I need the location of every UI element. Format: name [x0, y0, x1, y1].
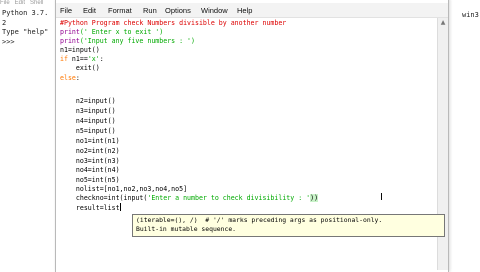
- ibeam-cursor-icon: I: [380, 192, 383, 203]
- code-line: no2=int(n2): [60, 147, 120, 155]
- menu-edit[interactable]: Edit: [83, 6, 96, 15]
- code-line: if n1=='x':: [60, 55, 104, 63]
- shell-right-text: win3: [462, 11, 479, 19]
- menu-window[interactable]: Window: [201, 6, 228, 15]
- code-line: n4=input(): [60, 117, 116, 125]
- code-line: exit(): [60, 64, 100, 72]
- calltip-signature: (iterable=(), /) # '/' marks preceding a…: [136, 216, 383, 224]
- shell-menubar: File Edit Shell: [0, 0, 56, 8]
- menu-format[interactable]: Format: [108, 6, 132, 15]
- menu-options[interactable]: Options: [165, 6, 191, 15]
- shell-right-edge: win3: [460, 8, 480, 28]
- code-line: n5=input(): [60, 127, 116, 135]
- menu-run[interactable]: Run: [143, 6, 157, 15]
- shell-prompt[interactable]: >>>: [2, 38, 56, 48]
- code-line: no4=int(n4): [60, 166, 120, 174]
- code-line: nolist=[no1,no2,no3,no4,no5]: [60, 185, 188, 193]
- shell-output: Python 3.7. 2 Type "help" >>>: [2, 9, 56, 47]
- code-line: checkno=int(input('Enter a number to che…: [60, 194, 319, 202]
- menu-file[interactable]: File: [60, 6, 72, 15]
- scroll-up-arrow-icon[interactable]: ▲: [438, 18, 448, 28]
- shell-line: Python 3.7.: [2, 9, 49, 17]
- code-line: no3=int(n3): [60, 157, 120, 165]
- shell-menu-edit[interactable]: Edit: [15, 0, 25, 6]
- shell-menu-shell[interactable]: Shell: [30, 0, 43, 6]
- calltip-tooltip: (iterable=(), /) # '/' marks preceding a…: [132, 214, 445, 237]
- code-line-comment: #Python Program check Numbers divisible …: [60, 19, 287, 27]
- code-line-current: result=list: [60, 203, 121, 212]
- shell-line: 2: [2, 18, 7, 27]
- code-line: no1=int(n1): [60, 137, 120, 145]
- menu-help[interactable]: Help: [237, 6, 252, 15]
- code-line: print('Input any five numbers : '): [60, 37, 195, 45]
- shell-line: Type "help": [2, 28, 49, 36]
- calltip-doc: Built-in mutable sequence.: [136, 225, 237, 233]
- code-line: else:: [60, 74, 80, 82]
- code-line: n1=input(): [60, 46, 100, 54]
- editor-menubar: File Edit Format Run Options Window Help: [56, 3, 448, 18]
- code-line: no5=int(n5): [60, 176, 120, 184]
- code-line: n2=input(): [60, 97, 116, 105]
- text-caret: [119, 203, 121, 211]
- code-line: print(' Enter x to exit '): [60, 28, 164, 36]
- shell-menu-file[interactable]: File: [0, 0, 10, 6]
- code-line: n3=input(): [60, 107, 116, 115]
